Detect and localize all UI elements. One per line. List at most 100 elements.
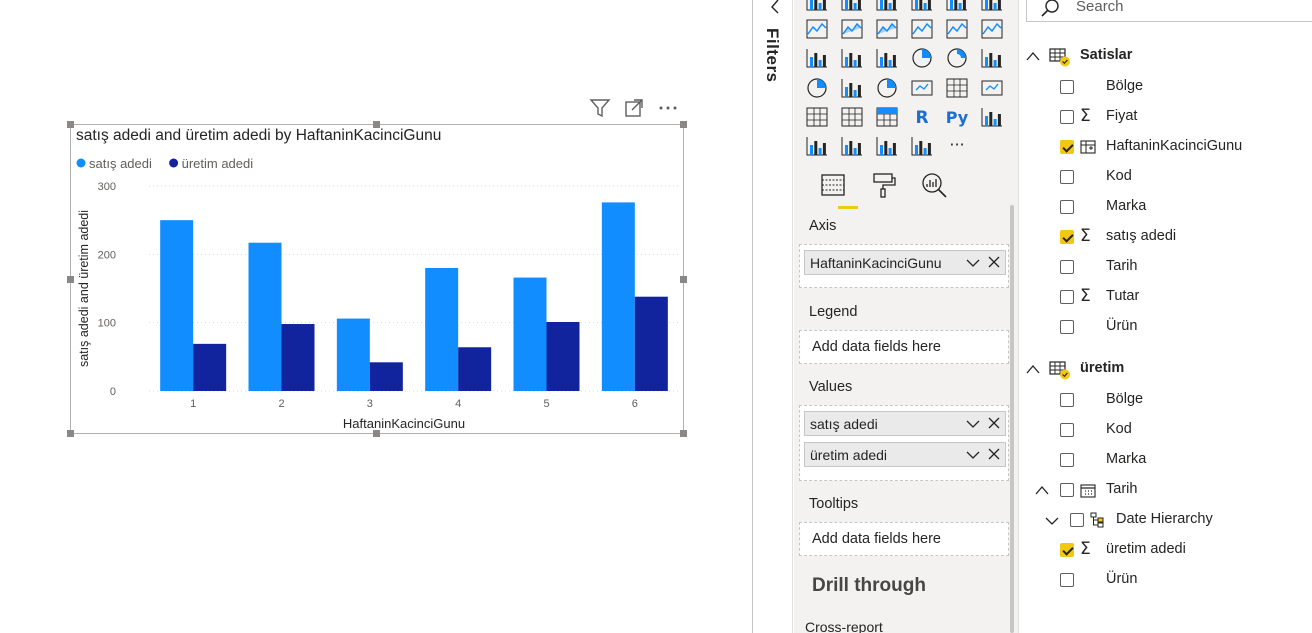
values-well[interactable]: satış adedi üretim adedi xyxy=(799,405,1009,481)
chevron-down-icon[interactable] xyxy=(966,449,980,461)
table-icon[interactable] xyxy=(839,104,865,130)
chevron-up-icon[interactable] xyxy=(1035,485,1049,495)
multi-row-card-icon[interactable] xyxy=(944,75,970,101)
legend-label[interactable]: satış adedi xyxy=(89,156,152,171)
line-chart-icon[interactable] xyxy=(804,16,830,42)
field-checkbox[interactable] xyxy=(1060,230,1074,244)
bar-satis-6[interactable] xyxy=(601,202,635,391)
field-item[interactable]: Kod xyxy=(1020,167,1312,191)
kpi-icon[interactable] xyxy=(979,75,1005,101)
values-field-pill[interactable]: satış adedi xyxy=(804,411,1006,436)
card-icon[interactable] xyxy=(909,75,935,101)
field-checkbox[interactable] xyxy=(1060,110,1074,124)
analytics-tab-icon[interactable] xyxy=(919,170,949,200)
funnel-icon[interactable] xyxy=(839,45,865,71)
key-influencers-icon[interactable] xyxy=(979,104,1005,130)
field-checkbox[interactable] xyxy=(1060,393,1074,407)
field-item[interactable]: Marka xyxy=(1020,450,1312,474)
field-item[interactable]: Tarih xyxy=(1020,257,1312,281)
field-item[interactable]: Σsatış adedi xyxy=(1020,226,1312,251)
field-item[interactable]: Σ Fiyat xyxy=(1020,106,1312,131)
field-item[interactable]: Tarih xyxy=(1020,480,1312,504)
axis-field-pill[interactable]: HaftaninKacinciGunu xyxy=(804,250,1006,275)
slicer-icon[interactable] xyxy=(804,104,830,130)
field-checkbox[interactable] xyxy=(1060,200,1074,214)
filters-pane-collapsed[interactable] xyxy=(753,0,793,633)
wells-scrollbar[interactable] xyxy=(1010,205,1014,633)
bar-satis-2[interactable] xyxy=(248,242,282,391)
chevron-down-icon[interactable] xyxy=(1045,516,1059,526)
clustered-bar-icon[interactable] xyxy=(839,0,865,14)
resize-handle-top-left[interactable] xyxy=(67,121,74,128)
resize-handle-left[interactable] xyxy=(67,276,74,283)
chevron-up-icon[interactable] xyxy=(1026,51,1040,61)
smart-narrative-icon[interactable] xyxy=(874,133,900,159)
100-bar-icon[interactable] xyxy=(944,0,970,14)
format-tab-icon[interactable] xyxy=(869,170,899,200)
field-item[interactable]: Date Hierarchy xyxy=(1020,510,1312,534)
stacked-bar-icon[interactable] xyxy=(804,0,830,14)
r-visual-icon[interactable]: R xyxy=(909,104,935,130)
resize-handle-bottom-left[interactable] xyxy=(67,430,74,437)
field-checkbox[interactable] xyxy=(1060,80,1074,94)
resize-handle-right[interactable] xyxy=(680,276,687,283)
legend-marker[interactable] xyxy=(169,158,179,168)
clustered-column-chart[interactable]: satış adedi and üretim adedi by Haftanin… xyxy=(70,124,684,434)
field-checkbox[interactable] xyxy=(1060,573,1074,587)
resize-handle-top-right[interactable] xyxy=(680,121,687,128)
bar-uretim-5[interactable] xyxy=(546,321,580,391)
field-item[interactable]: Σüretim adedi xyxy=(1020,539,1312,564)
legend-well[interactable]: Add data fields here xyxy=(799,330,1009,364)
remove-field-icon[interactable] xyxy=(988,256,1000,268)
field-checkbox[interactable] xyxy=(1060,483,1074,497)
treemap-icon[interactable] xyxy=(979,45,1005,71)
axis-well[interactable]: HaftaninKacinciGunu xyxy=(799,244,1009,288)
paginated-icon[interactable] xyxy=(909,133,935,159)
field-item[interactable]: Ürün xyxy=(1020,570,1312,594)
bar-uretim-6[interactable] xyxy=(634,296,668,391)
remove-field-icon[interactable] xyxy=(988,448,1000,460)
field-item[interactable]: HaftaninKacinciGunu xyxy=(1020,137,1312,161)
map-icon[interactable] xyxy=(804,75,830,101)
bar-uretim-4[interactable] xyxy=(458,347,492,391)
stacked-area-icon[interactable] xyxy=(874,16,900,42)
remove-field-icon[interactable] xyxy=(988,417,1000,429)
field-item[interactable]: Σ Tutar xyxy=(1020,286,1312,311)
resize-handle-bottom-right[interactable] xyxy=(680,430,687,437)
bar-uretim-2[interactable] xyxy=(281,324,315,391)
more-options-icon[interactable] xyxy=(657,97,679,119)
line-clustered-column-icon[interactable] xyxy=(944,16,970,42)
field-checkbox[interactable] xyxy=(1060,170,1074,184)
filter-icon[interactable] xyxy=(589,97,611,119)
waterfall-icon[interactable] xyxy=(804,45,830,71)
resize-handle-top[interactable] xyxy=(373,121,380,128)
field-item[interactable]: Marka xyxy=(1020,197,1312,221)
tooltips-well[interactable]: Add data fields here xyxy=(799,522,1009,556)
scatter-icon[interactable] xyxy=(874,45,900,71)
donut-chart-icon[interactable] xyxy=(944,45,970,71)
pie-chart-icon[interactable] xyxy=(909,45,935,71)
field-checkbox[interactable] xyxy=(1060,290,1074,304)
field-checkbox[interactable] xyxy=(1060,260,1074,274)
field-checkbox[interactable] xyxy=(1060,423,1074,437)
area-chart-icon[interactable] xyxy=(839,16,865,42)
matrix-icon[interactable] xyxy=(874,104,900,130)
field-checkbox[interactable] xyxy=(1070,513,1084,527)
field-checkbox[interactable] xyxy=(1060,320,1074,334)
chevron-down-icon[interactable] xyxy=(966,418,980,430)
clustered-column-icon[interactable] xyxy=(909,0,935,14)
filters-label[interactable]: Filters xyxy=(762,28,782,83)
decomposition-tree-icon[interactable] xyxy=(804,133,830,159)
bar-satis-1[interactable] xyxy=(160,220,194,391)
more-visuals-icon[interactable]: ··· xyxy=(944,133,970,159)
expand-filters-icon[interactable] xyxy=(768,0,782,14)
chevron-down-icon[interactable] xyxy=(966,257,980,269)
field-item[interactable]: Bölge xyxy=(1020,390,1312,414)
bar-uretim-3[interactable] xyxy=(369,362,403,391)
field-item[interactable]: Bölge xyxy=(1020,77,1312,101)
table-header-satislar[interactable]: Satislar xyxy=(1020,46,1312,70)
gauge-icon[interactable] xyxy=(874,75,900,101)
bar-satis-3[interactable] xyxy=(336,318,370,391)
field-checkbox[interactable] xyxy=(1060,453,1074,467)
fields-tab-icon[interactable] xyxy=(818,170,848,200)
